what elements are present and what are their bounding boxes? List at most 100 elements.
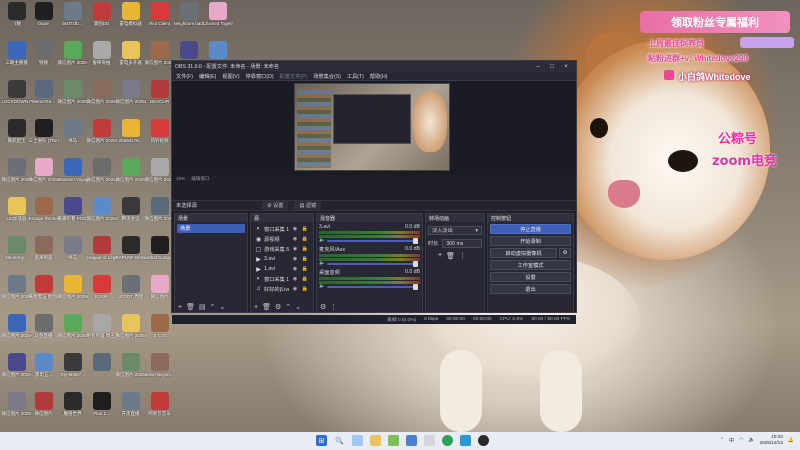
duration-input[interactable]: 300 ms (442, 239, 482, 248)
slider-handle[interactable] (413, 238, 418, 244)
menu-scene-collection[interactable]: 场景集合(S) (313, 73, 341, 80)
volume-slider[interactable]: 🔈 (319, 283, 420, 290)
obs-titlebar[interactable]: OBS 31.0.0 - 配置文件: 未命名 - 场景: 未命名 – □ × (172, 61, 576, 72)
source-item[interactable]: ▶ 3.avi ◉ 🔒 (253, 254, 311, 264)
desktop-icon[interactable]: Neighbors back Fro... (174, 2, 204, 38)
lock-icon[interactable]: 🔒 (301, 226, 309, 232)
eye-icon[interactable]: ◉ (291, 276, 299, 282)
stop-stream-button[interactable]: 停止直播 (490, 224, 571, 234)
source-item[interactable]: ♫好好的(Live)◉🔒 (253, 284, 311, 294)
chevron-up-icon[interactable]: ⌃ (720, 437, 724, 443)
desktop-icon[interactable]: Escape the Backrooms (29, 197, 59, 233)
desktop-icon[interactable]: 嘉航配宝 (3, 119, 30, 155)
desktop-icon[interactable]: 微信图片 (30, 392, 57, 428)
edge-icon[interactable] (442, 435, 453, 446)
task-view-icon[interactable] (352, 435, 363, 446)
menu-file[interactable]: 文件(F) (176, 73, 193, 80)
desktop-icon[interactable]: 微信图片 2025070... (2, 158, 32, 194)
desktop-icon[interactable]: 微信图片 2025070... (145, 197, 175, 233)
exit-button[interactable]: 退出 (490, 284, 571, 294)
menu-edit[interactable]: 编辑(E) (199, 73, 216, 80)
desktop-icon[interactable]: Riot Client (146, 2, 173, 38)
desktop-icon[interactable]: 逃离断崖 (30, 236, 57, 272)
obs-taskbar-icon[interactable] (478, 435, 489, 446)
desktop-icon[interactable]: MemoTra... (30, 80, 57, 116)
app-icon[interactable] (424, 435, 435, 446)
lock-icon[interactable]: 🔒 (301, 286, 309, 292)
desktop-icon[interactable]: 微信图片 2025104... (145, 41, 175, 77)
volume-icon[interactable]: 🔈 (319, 237, 325, 243)
desktop-icon[interactable]: 开黑直播 (117, 392, 144, 428)
add-icon[interactable]: + (254, 304, 258, 311)
eye-icon[interactable]: ◉ (291, 246, 299, 252)
desktop-icon[interactable]: 微信图片 2025070... (58, 314, 88, 350)
eye-icon[interactable]: ◉ (291, 266, 299, 272)
volume-slider[interactable]: 🔈 (319, 237, 420, 244)
menu-tools[interactable]: 工具(T) (347, 73, 364, 80)
lock-icon[interactable]: 🔒 (301, 256, 309, 262)
desktop-icon[interactable]: ... (88, 353, 115, 389)
close-icon[interactable]: × (559, 64, 573, 70)
preview-zoom-level[interactable]: 19% (176, 176, 185, 181)
desktop-icon[interactable]: 钱锤 (30, 41, 57, 77)
lock-icon[interactable]: 🔒 (301, 266, 309, 272)
chevron-up-icon[interactable]: ⌃ (210, 303, 216, 311)
desktop-icon[interactable]: 誓映商推 (88, 41, 115, 77)
wechat-icon[interactable] (388, 435, 399, 446)
desktop-icon[interactable]: 书马 (59, 236, 86, 272)
desktop-icon[interactable]: Blossom Voyage (58, 158, 88, 194)
desktop-icon[interactable]: b0d71fb... (59, 2, 86, 38)
menu-profile[interactable]: 配置文件(P) (280, 73, 308, 80)
obs-window[interactable]: OBS 31.0.0 - 配置文件: 未命名 - 场景: 未命名 – □ × 文… (171, 60, 577, 324)
desktop-icon[interactable]: 微信图片 2025091... (116, 80, 146, 116)
desktop-icon[interactable]: 嘉图需证 地图... (29, 275, 59, 311)
desktop-icon[interactable]: 微信图片 (146, 275, 173, 311)
trash-icon[interactable]: 🗑 (262, 303, 271, 311)
desktop-icon[interactable]: 微信图片 2025091... (116, 314, 146, 350)
preview-canvas[interactable] (294, 83, 450, 171)
start-virtual-camera-button[interactable]: 启动虚拟摄像机 (490, 248, 557, 258)
trash-icon[interactable]: 🗑 (446, 252, 455, 260)
search-icon[interactable]: 🔍 (334, 435, 345, 446)
desktop-icon[interactable]: 微信图片 2025070... (29, 158, 59, 194)
desktop-icon[interactable]: Oops! (30, 2, 57, 38)
desktop-icon[interactable]: 微信图片 2025091... (87, 80, 117, 116)
desktop-icon[interactable]: 《敏 (3, 2, 30, 38)
preview-edit-label[interactable]: 编辑窗口 (191, 176, 209, 182)
desktop-icon[interactable]: 三士进队 (The King... (29, 119, 59, 155)
minimize-icon[interactable]: – (531, 64, 545, 70)
lock-icon[interactable]: 🔒 (301, 246, 309, 252)
desktop-icon[interactable]: Drive Beyon... (145, 353, 174, 389)
trash-icon[interactable]: 🗑 (186, 303, 195, 311)
desktop-icon[interactable]: 微信图片 2025-07... (2, 314, 32, 350)
desktop-icon[interactable]: LCGOT 周星 (117, 275, 144, 311)
desktop-icon[interactable]: 所有英雄 周五节... (87, 314, 117, 350)
add-icon[interactable]: + (178, 304, 182, 311)
volume-slider[interactable]: 🔈 (319, 260, 420, 267)
desktop-icon[interactable]: 雷电多开器 (117, 41, 144, 77)
desktop-icon[interactable]: 书马 (59, 119, 86, 155)
desktop-icon[interactable]: 微信图片 2025-08... (58, 41, 88, 77)
chevron-down-icon[interactable]: ⌄ (219, 303, 225, 311)
start-recording-button[interactable]: 开始录制 (490, 236, 571, 246)
volume-icon[interactable]: 🔈 (319, 283, 325, 289)
source-item[interactable]: ◐ 窗口采集 11 ◉ 🔒 (253, 224, 311, 234)
desktop-icon[interactable]: DEVOUR (146, 80, 173, 116)
eye-icon[interactable]: ◉ (291, 256, 299, 262)
desktop-icon[interactable]: RAPVAP Gemio (116, 236, 146, 272)
source-item[interactable]: ▶ 1.avi ◉ 🔒 (253, 264, 311, 274)
chevron-up-icon[interactable]: ⌃ (285, 303, 291, 311)
desktop-icon[interactable]: 魔兽世界 (59, 392, 86, 428)
desktop-icon[interactable]: 雷电五... (30, 353, 57, 389)
desktop-icon[interactable]: 微信图片 2025070... (58, 275, 88, 311)
desktop-icon[interactable]: KOOK (88, 275, 115, 311)
eye-icon[interactable]: ◉ (291, 236, 299, 242)
desktop-icon[interactable]: 网易云音乐 (146, 392, 173, 428)
filters-button[interactable]: ▤ 滤镜 (294, 201, 322, 210)
app-icon[interactable] (460, 435, 471, 446)
more-icon[interactable]: ⋮ (459, 252, 466, 260)
desktop-icon[interactable]: 腾讯会议 (117, 197, 144, 233)
desktop-icon[interactable]: 微信图片 2025-07... (2, 353, 32, 389)
desktop-icon[interactable]: UU加速器 (3, 197, 30, 233)
slider-handle[interactable] (413, 261, 418, 267)
